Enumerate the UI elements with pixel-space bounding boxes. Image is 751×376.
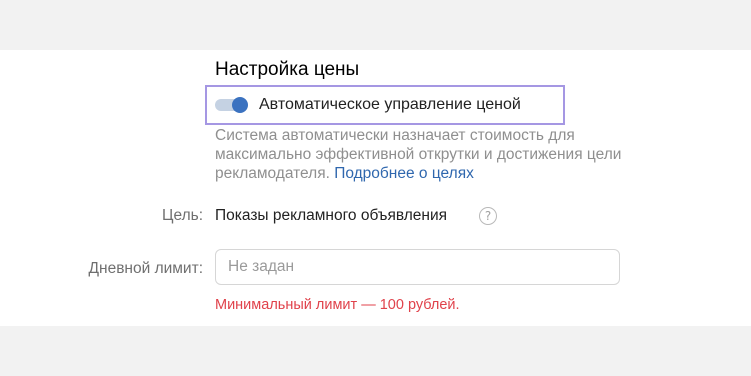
daily-limit-input[interactable]: [215, 249, 620, 285]
auto-price-label[interactable]: Автоматическое управление ценой: [259, 96, 521, 114]
toggle-knob: [232, 97, 248, 113]
auto-price-toggle[interactable]: [215, 97, 249, 113]
goal-value: Показы рекламного объявления: [215, 207, 448, 224]
goal-label: Цель:: [162, 207, 203, 224]
daily-limit-error: Минимальный лимит — 100 рублей.: [215, 297, 460, 313]
auto-price-description: Система автоматически назначает стоимост…: [215, 126, 635, 183]
section-title: Настройка цены: [215, 59, 360, 80]
goals-info-link[interactable]: Подробнее о целях: [334, 165, 474, 182]
help-icon[interactable]: ?: [479, 207, 497, 225]
daily-limit-label: Дневной лимит:: [88, 260, 203, 277]
